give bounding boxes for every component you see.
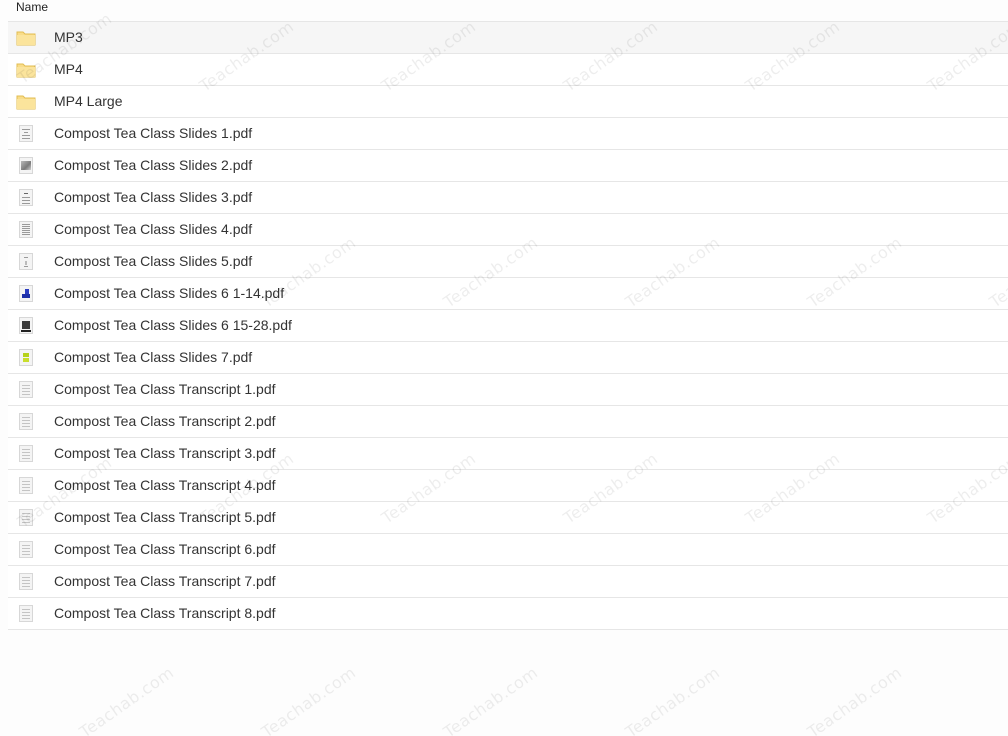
file-name: MP4 Large bbox=[54, 93, 123, 109]
list-item-file[interactable]: Compost Tea Class Transcript 6.pdf bbox=[8, 534, 1008, 566]
file-name: Compost Tea Class Slides 1.pdf bbox=[54, 125, 253, 141]
list-item-file[interactable]: Compost Tea Class Transcript 5.pdf bbox=[8, 502, 1008, 534]
list-item-file[interactable]: Compost Tea Class Transcript 3.pdf bbox=[8, 438, 1008, 470]
pdf-thumbnail-icon bbox=[16, 189, 36, 207]
list-item-file[interactable]: Compost Tea Class Slides 6 15-28.pdf bbox=[8, 310, 1008, 342]
list-item-file[interactable]: Compost Tea Class Slides 3.pdf bbox=[8, 182, 1008, 214]
pdf-thumbnail-icon bbox=[16, 413, 36, 431]
list-item-file[interactable]: Compost Tea Class Slides 7.pdf bbox=[8, 342, 1008, 374]
list-header: Name bbox=[0, 0, 1008, 20]
pdf-thumbnail-icon bbox=[16, 285, 36, 303]
file-name: Compost Tea Class Transcript 8.pdf bbox=[54, 605, 276, 621]
name-column-header[interactable]: Name bbox=[16, 0, 48, 14]
file-name: Compost Tea Class Slides 3.pdf bbox=[54, 189, 253, 205]
file-name: MP3 bbox=[54, 29, 83, 45]
file-name: Compost Tea Class Slides 6 15-28.pdf bbox=[54, 317, 292, 333]
pdf-thumbnail-icon bbox=[16, 605, 36, 623]
folder-icon bbox=[16, 61, 36, 79]
pdf-thumbnail-icon bbox=[16, 221, 36, 239]
pdf-thumbnail-icon bbox=[16, 573, 36, 591]
file-list: MP3 MP4 MP4 Large Compost Tea Class Slid… bbox=[8, 21, 1008, 630]
folder-icon bbox=[16, 93, 36, 111]
list-item-file[interactable]: Compost Tea Class Transcript 1.pdf bbox=[8, 374, 1008, 406]
file-name: Compost Tea Class Transcript 5.pdf bbox=[54, 509, 276, 525]
pdf-thumbnail-icon bbox=[16, 381, 36, 399]
list-item-file[interactable]: Compost Tea Class Slides 4.pdf bbox=[8, 214, 1008, 246]
file-name: Compost Tea Class Slides 2.pdf bbox=[54, 157, 253, 173]
list-item-file[interactable]: Compost Tea Class Slides 6 1-14.pdf bbox=[8, 278, 1008, 310]
list-item-file[interactable]: Compost Tea Class Transcript 8.pdf bbox=[8, 598, 1008, 630]
file-name: Compost Tea Class Slides 6 1-14.pdf bbox=[54, 285, 285, 301]
file-name: Compost Tea Class Transcript 1.pdf bbox=[54, 381, 276, 397]
file-name: Compost Tea Class Transcript 3.pdf bbox=[54, 445, 276, 461]
file-name: Compost Tea Class Transcript 4.pdf bbox=[54, 477, 276, 493]
list-item-folder-mp4[interactable]: MP4 bbox=[8, 54, 1008, 86]
list-item-folder-mp4-large[interactable]: MP4 Large bbox=[8, 86, 1008, 118]
list-item-file[interactable]: Compost Tea Class Slides 2.pdf bbox=[8, 150, 1008, 182]
file-browser: Name MP3 MP4 MP4 Large Compost Tea Class… bbox=[0, 0, 1008, 736]
pdf-thumbnail-icon bbox=[16, 477, 36, 495]
file-name: Compost Tea Class Slides 4.pdf bbox=[54, 221, 253, 237]
list-item-file[interactable]: Compost Tea Class Slides 5.pdf bbox=[8, 246, 1008, 278]
pdf-thumbnail-icon bbox=[16, 317, 36, 335]
file-name: Compost Tea Class Slides 5.pdf bbox=[54, 253, 253, 269]
file-name: Compost Tea Class Transcript 2.pdf bbox=[54, 413, 276, 429]
pdf-thumbnail-icon bbox=[16, 509, 36, 527]
watermark: Teachab.com bbox=[804, 662, 906, 736]
folder-icon bbox=[16, 29, 36, 47]
file-name: Compost Tea Class Transcript 7.pdf bbox=[54, 573, 276, 589]
list-item-file[interactable]: Compost Tea Class Transcript 4.pdf bbox=[8, 470, 1008, 502]
pdf-thumbnail-icon bbox=[16, 349, 36, 367]
list-item-file[interactable]: Compost Tea Class Transcript 2.pdf bbox=[8, 406, 1008, 438]
file-name: Compost Tea Class Slides 7.pdf bbox=[54, 349, 253, 365]
watermark: Teachab.com bbox=[76, 662, 178, 736]
watermark: Teachab.com bbox=[440, 662, 542, 736]
file-name: Compost Tea Class Transcript 6.pdf bbox=[54, 541, 276, 557]
list-item-folder-mp3[interactable]: MP3 bbox=[8, 22, 1008, 54]
file-name: MP4 bbox=[54, 61, 83, 77]
pdf-thumbnail-icon bbox=[16, 541, 36, 559]
watermark: Teachab.com bbox=[622, 662, 724, 736]
list-item-file[interactable]: Compost Tea Class Slides 1.pdf bbox=[8, 118, 1008, 150]
pdf-thumbnail-icon bbox=[16, 157, 36, 175]
watermark: Teachab.com bbox=[258, 662, 360, 736]
pdf-thumbnail-icon bbox=[16, 445, 36, 463]
pdf-thumbnail-icon bbox=[16, 253, 36, 271]
list-item-file[interactable]: Compost Tea Class Transcript 7.pdf bbox=[8, 566, 1008, 598]
pdf-thumbnail-icon bbox=[16, 125, 36, 143]
